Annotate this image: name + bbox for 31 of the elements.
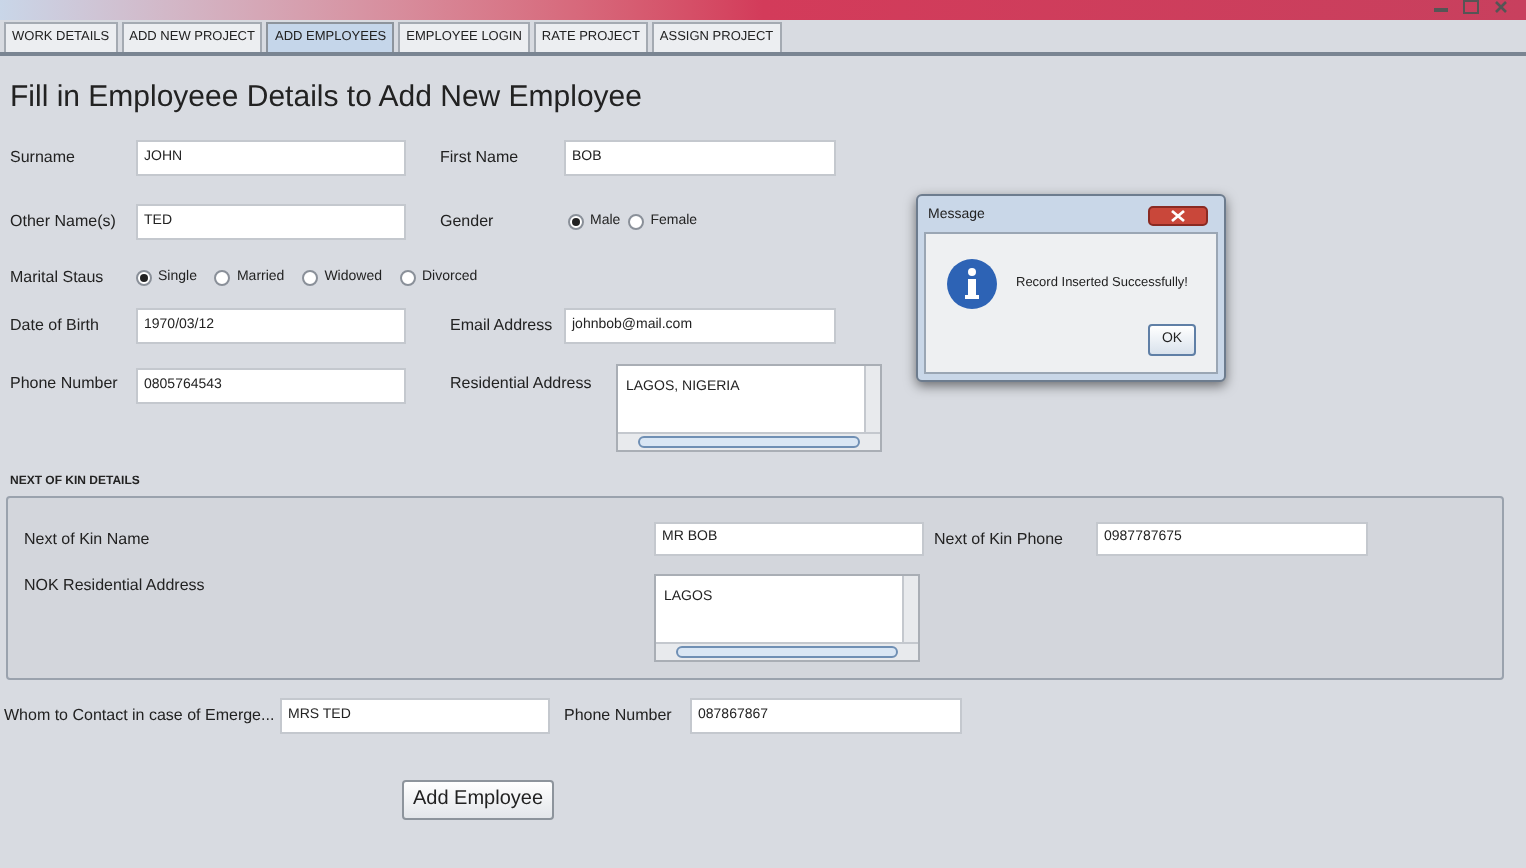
radio-button[interactable] <box>136 270 152 286</box>
field-label: Next of Kin Phone <box>934 527 1065 551</box>
radio-button[interactable] <box>628 214 645 230</box>
radio-button[interactable] <box>302 270 319 286</box>
field-label: Other Name(s) <box>10 210 118 234</box>
field-label: Phone Number <box>10 372 120 396</box>
field-label: Whom to Contact in case of Emerge... <box>4 704 277 728</box>
field-label: Residential Address <box>450 372 594 396</box>
field-label: Surname <box>10 146 77 170</box>
field-label: Date of Birth <box>10 314 101 338</box>
close-icon[interactable] <box>1148 206 1208 226</box>
field-label: NOK Residential Address <box>24 574 207 598</box>
radio-button[interactable] <box>400 270 416 286</box>
scrollbar-thumb[interactable] <box>676 646 898 658</box>
horizontal-scrollbar[interactable] <box>618 432 880 450</box>
field-label: Phone Number <box>564 704 674 728</box>
field-label: Gender <box>440 210 496 234</box>
vertical-scrollbar[interactable] <box>902 576 918 644</box>
form-heading: Fill in Employeee Details to Add New Employee <box>10 82 644 112</box>
vertical-scrollbar[interactable] <box>864 366 880 434</box>
field-label: Next of Kin Name <box>24 527 152 551</box>
add-employee-button[interactable]: Add Employee <box>402 779 554 819</box>
field-label: First Name <box>440 146 521 170</box>
horizontal-scrollbar[interactable] <box>656 642 918 660</box>
radio-button[interactable] <box>214 270 231 286</box>
field-label: Marital Staus <box>10 266 106 290</box>
radio-button[interactable] <box>568 214 584 230</box>
maximize-icon[interactable] <box>1462 0 1480 14</box>
info-icon <box>946 258 998 310</box>
scrollbar-thumb[interactable] <box>638 436 860 448</box>
field-label: Email Address <box>450 314 555 338</box>
